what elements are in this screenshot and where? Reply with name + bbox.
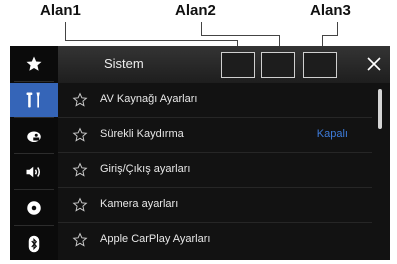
header-area-1[interactable] — [221, 52, 255, 78]
header-area-2[interactable] — [261, 52, 295, 78]
list-item-label: Giriş/Çıkış ayarları — [100, 163, 191, 175]
callout-label-alan1: Alan1 — [40, 2, 81, 19]
leader-line-alan1-horizontal — [65, 40, 238, 41]
callout-label-alan3: Alan3 — [310, 2, 351, 19]
list-item[interactable]: Apple CarPlay Ayarları — [58, 223, 372, 258]
device-screen: Sistem AV Kaynağı Ayarları Sürekli Kaydı… — [10, 46, 390, 260]
list-item[interactable]: Kamera ayarları — [58, 188, 372, 223]
sidebar-item-media[interactable] — [10, 191, 58, 225]
sidebar-item-bluetooth[interactable] — [10, 227, 58, 260]
favorite-star-icon[interactable] — [72, 127, 88, 143]
list-item[interactable]: Giriş/Çıkış ayarları — [58, 153, 372, 188]
sidebar — [10, 46, 58, 260]
page-title: Sistem — [104, 56, 144, 71]
sidebar-divider — [14, 225, 54, 226]
favorite-star-icon[interactable] — [72, 92, 88, 108]
close-icon — [367, 57, 381, 71]
speaker-volume-icon — [26, 166, 40, 178]
sidebar-divider — [14, 81, 54, 82]
leader-line-alan2-horizontal — [201, 35, 280, 36]
sidebar-item-system-settings[interactable] — [10, 83, 58, 117]
list-item-label: Sürekli Kaydırma — [100, 128, 184, 140]
leader-line-alan3-vertical — [337, 22, 338, 36]
leader-line-alan3-horizontal — [322, 35, 338, 36]
sidebar-divider — [14, 189, 54, 190]
callout-label-alan2: Alan2 — [175, 2, 216, 19]
list-item-label: Apple CarPlay Ayarları — [100, 233, 211, 245]
list-item-value: Kapalı — [316, 128, 348, 140]
scrollbar-thumb[interactable] — [378, 89, 382, 129]
close-button[interactable] — [362, 52, 386, 76]
settings-list: AV Kaynağı Ayarları Sürekli Kaydırma Kap… — [58, 83, 390, 260]
bluetooth-icon — [28, 235, 40, 253]
header-area-3[interactable] — [303, 52, 337, 78]
sidebar-item-theme[interactable] — [10, 119, 58, 153]
list-item-label: Kamera ayarları — [100, 198, 179, 210]
list-item[interactable]: AV Kaynağı Ayarları — [58, 83, 372, 118]
list-item[interactable]: Sürekli Kaydırma Kapalı — [58, 118, 372, 153]
disc-icon — [27, 201, 41, 215]
list-item-label: AV Kaynağı Ayarları — [100, 93, 198, 105]
favorite-star-icon[interactable] — [72, 197, 88, 213]
tools-icon — [26, 92, 40, 108]
leader-line-alan1-vertical — [65, 22, 66, 40]
leader-line-alan2-vertical — [201, 22, 202, 36]
sidebar-item-audio[interactable] — [10, 155, 58, 189]
favorite-star-icon[interactable] — [72, 162, 88, 178]
sidebar-divider — [14, 153, 54, 154]
sidebar-item-favorites[interactable] — [10, 47, 58, 81]
theme-palette-icon — [27, 131, 41, 142]
sidebar-divider — [14, 117, 54, 118]
favorite-star-icon[interactable] — [72, 232, 88, 248]
star-icon — [26, 56, 42, 71]
header-bar: Sistem — [58, 46, 390, 83]
